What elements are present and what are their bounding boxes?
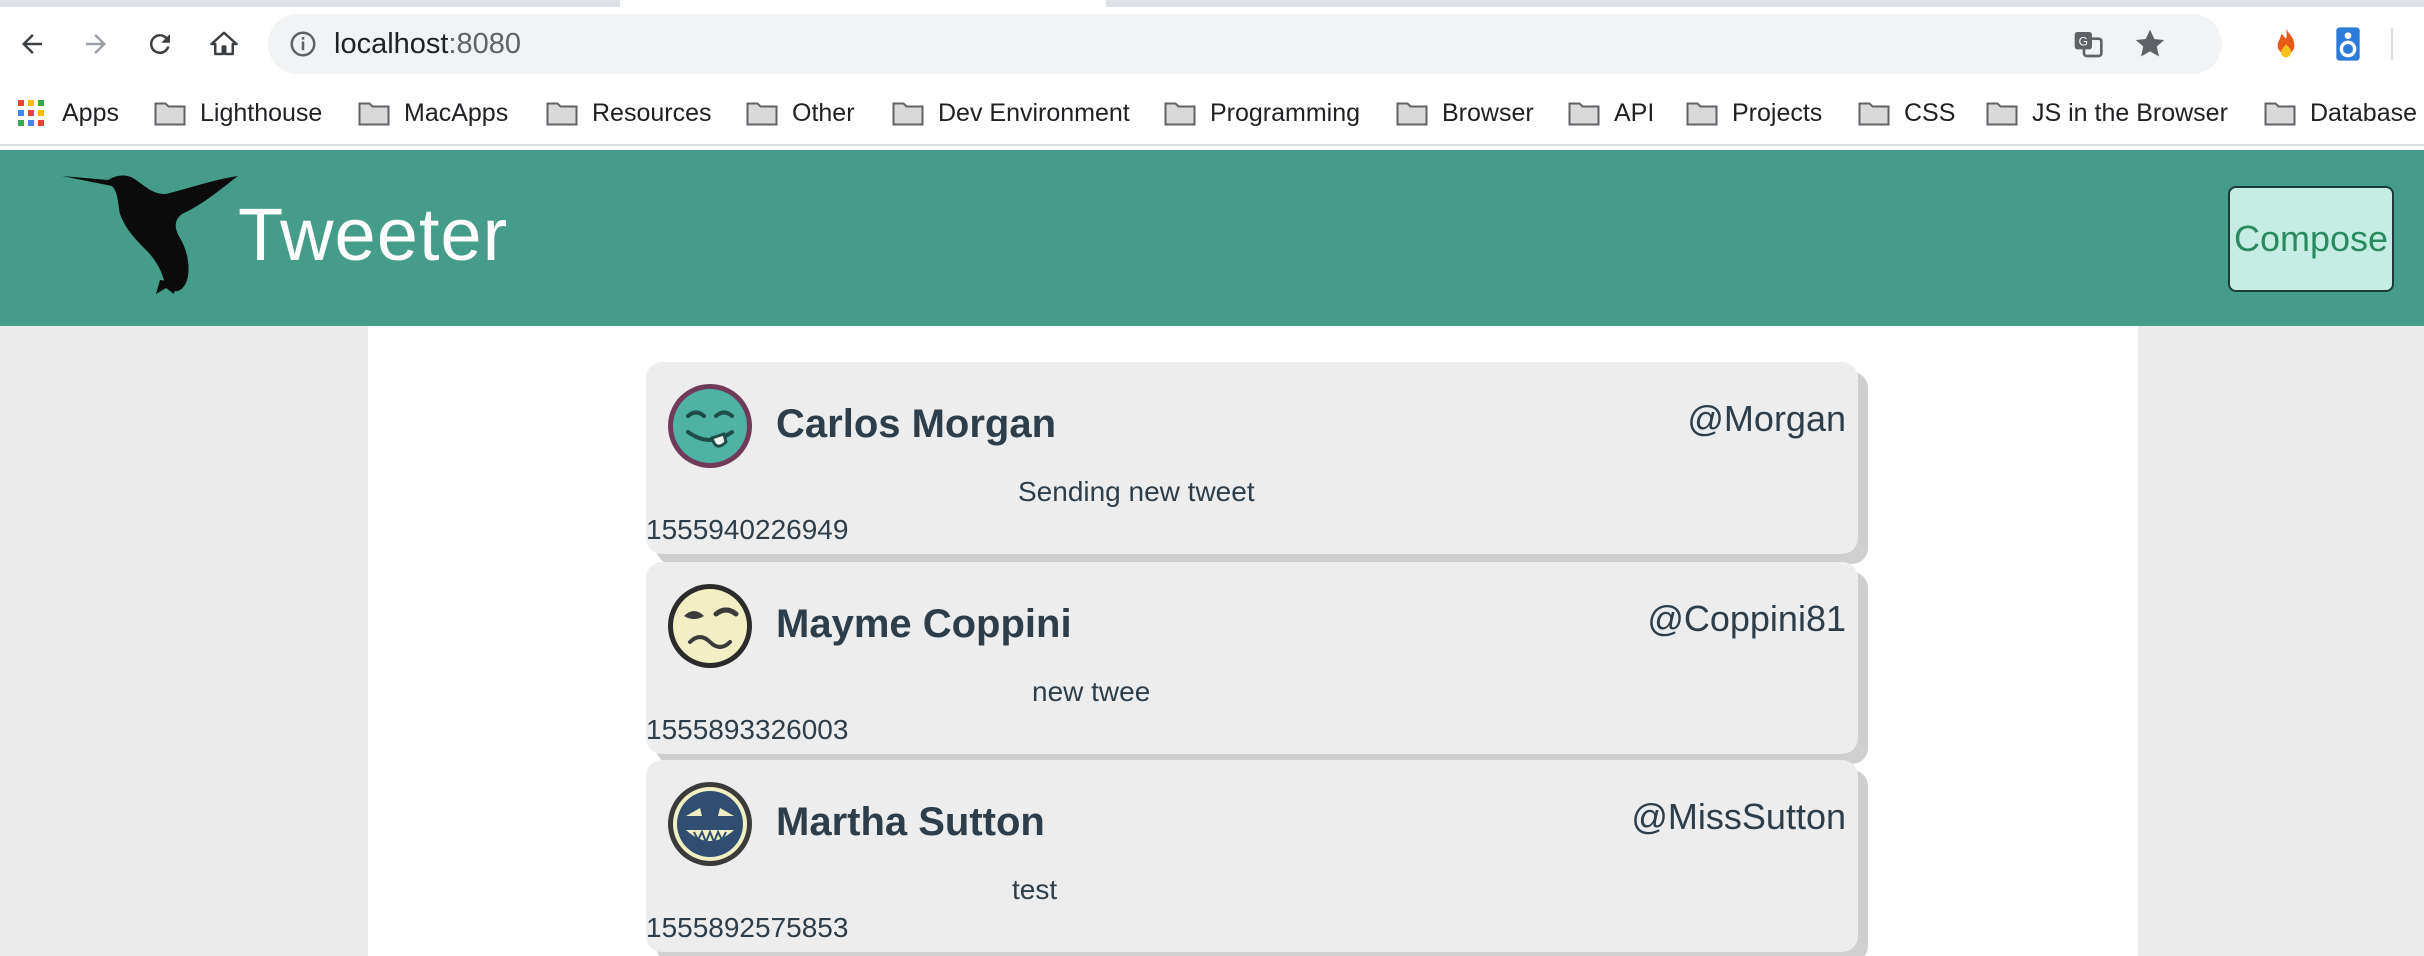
folder-icon <box>1164 102 1196 126</box>
folder-icon <box>892 102 924 126</box>
folder-icon <box>1568 102 1600 126</box>
bookmark-other[interactable]: Other <box>746 94 855 132</box>
compose-button[interactable]: Compose <box>2228 186 2394 292</box>
active-tab[interactable] <box>620 0 1106 7</box>
forward-button[interactable] <box>74 22 118 66</box>
grin-face-icon <box>668 782 752 866</box>
folder-icon <box>1686 102 1718 126</box>
forward-arrow-icon <box>86 34 106 54</box>
tweet-author-name: Carlos Morgan <box>776 402 1057 446</box>
tongue-out-face-icon <box>668 384 752 468</box>
bookmark-label: Database <box>2310 98 2418 127</box>
hummingbird-logo-icon <box>62 175 238 294</box>
page-background: Carlos Morgan @Morgan Sending new tweet … <box>0 326 2424 956</box>
reload-button[interactable] <box>138 22 182 66</box>
home-button[interactable] <box>202 22 246 66</box>
folder-icon <box>1986 102 2018 126</box>
tweet-author-name: Mayme Coppini <box>776 602 1072 646</box>
bookmark-label: MacApps <box>404 98 509 127</box>
svg-text:G: G <box>2079 34 2088 48</box>
tweet-author-handle: @Coppini81 <box>1647 598 1846 639</box>
tweet-timestamp: 1555892575853 <box>646 912 849 943</box>
bookmark-label: API <box>1614 98 1655 127</box>
bookmark-database[interactable]: Database <box>2264 94 2417 132</box>
bookmark-label: Resources <box>592 98 712 127</box>
bookmark-lighthouse[interactable]: Lighthouse <box>154 94 322 132</box>
tweet-author-handle: @Morgan <box>1687 398 1846 439</box>
tweet-timestamp: 1555893326003 <box>646 714 849 745</box>
bookmark-label: Other <box>792 98 855 127</box>
bookmark-label: CSS <box>1904 98 1956 127</box>
app-header: Tweeter Compose <box>0 150 2424 326</box>
bookmark-dev-environment[interactable]: Dev Environment <box>892 94 1130 132</box>
bookmark-programming[interactable]: Programming <box>1164 94 1360 132</box>
tweet-text: Sending new tweet <box>1018 476 1255 507</box>
folder-icon <box>2264 102 2296 126</box>
folder-icon <box>1396 102 1428 126</box>
folder-icon <box>358 102 390 126</box>
folder-icon <box>746 102 778 126</box>
url-text[interactable]: localhost:8080 <box>334 28 521 61</box>
back-button[interactable] <box>10 22 54 66</box>
bookmark-label: Browser <box>1442 98 1534 127</box>
tweet-card: Carlos Morgan @Morgan Sending new tweet … <box>646 362 1858 554</box>
bookmark-label: Lighthouse <box>200 98 323 127</box>
tweet-card: Martha Sutton @MissSutton test 155589257… <box>646 760 1858 952</box>
apps-grid-icon <box>18 100 44 126</box>
translate-icon[interactable]: G <box>2072 28 2104 60</box>
info-icon[interactable] <box>288 29 318 59</box>
tweet-card: Mayme Coppini @Coppini81 new twee 155589… <box>646 562 1858 754</box>
folder-icon <box>154 102 186 126</box>
folder-icon <box>546 102 578 126</box>
bookmark-macapps[interactable]: MacApps <box>358 94 508 132</box>
bookmark-browser[interactable]: Browser <box>1396 94 1534 132</box>
tweet-text: new twee <box>1032 676 1151 707</box>
app-title: Tweeter <box>238 193 509 276</box>
bookmark-label: Dev Environment <box>938 98 1130 127</box>
address-bar[interactable]: localhost:8080 G <box>268 14 2222 74</box>
url-host: localhost <box>334 28 449 60</box>
tweet-feed: Carlos Morgan @Morgan Sending new tweet … <box>368 326 2138 956</box>
url-port: :8080 <box>448 28 522 60</box>
bookmark-label: Projects <box>1732 98 1823 127</box>
back-arrow-icon <box>22 34 42 54</box>
tab-strip <box>0 0 2424 7</box>
speaker-extension-icon[interactable] <box>2328 24 2368 64</box>
bookmark-resources[interactable]: Resources <box>546 94 712 132</box>
tweet-author-name: Martha Sutton <box>776 800 1045 844</box>
tweet-timestamp: 1555940226949 <box>646 514 849 545</box>
bookmark-star-icon[interactable] <box>2132 26 2168 62</box>
tweet-author-handle: @MissSutton <box>1631 796 1846 837</box>
bookmark-apps[interactable]: Apps <box>16 94 119 132</box>
folder-icon <box>1858 102 1890 126</box>
bookmark-api[interactable]: API <box>1568 94 1654 132</box>
toolbar-divider <box>2391 28 2393 60</box>
bookmark-css[interactable]: CSS <box>1858 94 1955 132</box>
bookmark-projects[interactable]: Projects <box>1686 94 1822 132</box>
bookmark-label: Programming <box>1210 98 1361 127</box>
bookmarks-bar: Apps Lighthouse MacApps Resources Other Dev E… <box>0 84 2424 146</box>
bookmark-js-in-the-browser[interactable]: JS in the Browser <box>1986 94 2228 132</box>
reload-icon <box>149 34 170 55</box>
bookmark-label: JS in the Browser <box>2032 98 2228 127</box>
home-icon <box>210 31 238 56</box>
tweet-text: test <box>1012 874 1058 905</box>
browser-toolbar: localhost:8080 G <box>0 0 2424 90</box>
bookmark-label: Apps <box>62 98 119 127</box>
wink-face-icon <box>668 584 752 668</box>
fire-extension-icon[interactable] <box>2266 24 2306 64</box>
